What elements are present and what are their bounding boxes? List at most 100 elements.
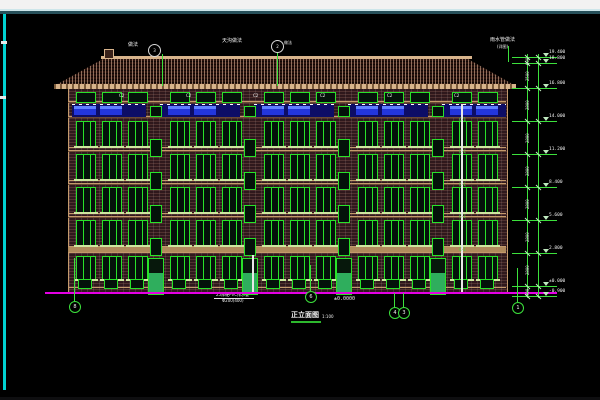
- axis-leader-line: [517, 268, 518, 302]
- axis-bubble: 1: [512, 302, 524, 314]
- basement-window: [412, 279, 426, 289]
- basement-window: [198, 279, 212, 289]
- attic-window: [358, 92, 378, 103]
- window-tag: C-1: [459, 150, 466, 154]
- facade-window: [358, 121, 378, 147]
- window-sill: [382, 245, 406, 247]
- window-sill: [382, 179, 406, 181]
- window-sill: [220, 212, 244, 214]
- blue-glazing-pane: [194, 106, 216, 115]
- blue-glazing-pane: [262, 106, 284, 115]
- facade-window: [102, 220, 122, 246]
- facade-window: [358, 220, 378, 246]
- axis-bubble: 3: [398, 307, 410, 319]
- axis-bubble: 6: [305, 291, 317, 303]
- facade-window: [316, 220, 336, 246]
- ground-floor-window: [384, 256, 404, 280]
- frame-divider-1: [0, 11, 600, 14]
- elevation-value: 2.800: [549, 247, 563, 252]
- window-sill: [194, 245, 218, 247]
- facade-window: [290, 187, 310, 213]
- window-tag: C2: [119, 94, 124, 98]
- basement-window: [78, 279, 92, 289]
- blue-glazing-pane: [476, 106, 498, 115]
- blue-band-dash-line: [442, 104, 506, 105]
- facade-window: [290, 154, 310, 180]
- facade-window: [384, 154, 404, 180]
- dimension-text: 2800: [526, 100, 530, 110]
- basement-window: [224, 279, 238, 289]
- facade-window: [290, 121, 310, 147]
- detail-bubble: 3: [148, 44, 161, 57]
- facade-window: [76, 187, 96, 213]
- window-sill: [476, 179, 500, 181]
- roof-eave-fascia: [54, 84, 516, 89]
- dimension-text: 2800: [526, 232, 530, 242]
- facade-window: [264, 154, 284, 180]
- window-sill: [168, 146, 192, 148]
- dimension-text: 2800: [526, 133, 530, 143]
- drawing-scale: 1:100: [322, 315, 334, 319]
- staircase-window: [338, 172, 350, 190]
- window-sill: [408, 146, 432, 148]
- window-tag: C2: [387, 94, 392, 98]
- window-tag: C2: [253, 94, 258, 98]
- window-sill: [74, 212, 98, 214]
- left-edge-text-fragment: [0, 96, 6, 99]
- rain-downspout: [461, 104, 463, 292]
- window-sill: [168, 179, 192, 181]
- dimension-text: 900: [526, 289, 530, 296]
- facade-window: [102, 187, 122, 213]
- detail-leader-line: [162, 54, 163, 86]
- staircase-window: [432, 139, 444, 157]
- attic-window: [128, 92, 148, 103]
- pvc-pipe-note-line2: Φ200(400): [222, 299, 244, 303]
- roof-note-gutter-side: 做法: [284, 41, 292, 45]
- window-sill: [194, 179, 218, 181]
- ground-floor-window: [410, 256, 430, 280]
- axis-leader-line: [74, 258, 75, 301]
- blue-band-dash-line: [254, 104, 334, 105]
- staircase-window: [338, 238, 350, 256]
- facade-window: [478, 187, 498, 213]
- window-tag: C-1: [459, 183, 466, 187]
- stair-band-window: [338, 106, 350, 117]
- facade-window: [170, 121, 190, 147]
- facade-window: [316, 154, 336, 180]
- window-tag: C-1: [459, 248, 466, 252]
- title-underline: [291, 321, 321, 323]
- elevation-value: ±0.000: [549, 280, 565, 285]
- facade-window: [384, 121, 404, 147]
- elevation-value: -0.900: [549, 290, 565, 295]
- facade-window: [358, 187, 378, 213]
- elevation-flag-line: [542, 220, 557, 221]
- ground-floor-window: [170, 256, 190, 280]
- detail-bubble: 2: [271, 40, 284, 53]
- facade-window: [76, 154, 96, 180]
- elevation-value: 16.800: [549, 82, 565, 87]
- window-sill: [476, 212, 500, 214]
- window-sill: [408, 245, 432, 247]
- facade-window: [170, 154, 190, 180]
- basement-window: [386, 279, 400, 289]
- dimension-text: 2800: [526, 199, 530, 209]
- elevation-flag-line: [542, 187, 557, 188]
- facade-window: [264, 220, 284, 246]
- ground-line: [45, 292, 557, 294]
- window-sill: [356, 245, 380, 247]
- basement-window: [130, 279, 144, 289]
- window-sill: [476, 245, 500, 247]
- window-sill: [288, 146, 312, 148]
- facade-window: [222, 121, 242, 147]
- axis-leader-line: [310, 265, 311, 291]
- elevation-flag-line: [542, 154, 557, 155]
- window-tag: C2: [320, 94, 325, 98]
- facade-window: [196, 154, 216, 180]
- elevation-flag-line: [542, 88, 557, 89]
- elevation-flag-line: [542, 286, 557, 287]
- facade-window: [410, 220, 430, 246]
- window-sill: [382, 146, 406, 148]
- facade-window: [478, 121, 498, 147]
- window-sill: [262, 179, 286, 181]
- cad-drawing-canvas[interactable]: 做法 天沟做法 做法 雨水管做法 (详图) 25厚硬PVC排水管 Φ200(40…: [0, 0, 600, 400]
